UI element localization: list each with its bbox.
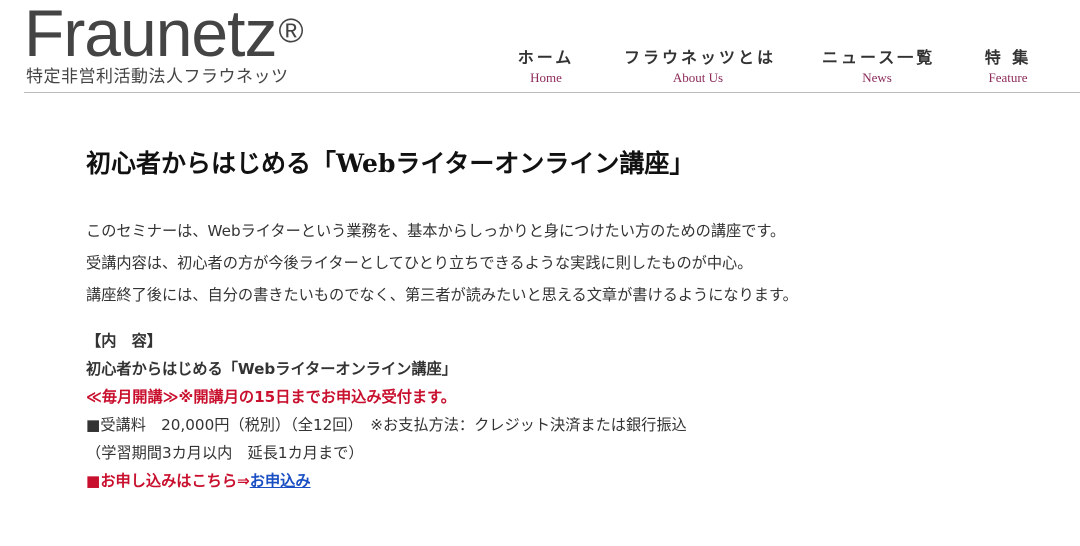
intro-text: このセミナーは、Webライターという業務を、基本からしっかりと身につけたい方のた… <box>86 215 1046 311</box>
course-details: 【内 容】 初心者からはじめる「Webライターオンライン講座」 ≪毎月開講≫※開… <box>86 327 1046 495</box>
apply-prefix: ■お申し込みはこちら⇒ <box>86 472 250 490</box>
nav-item-sublabel: News <box>862 70 892 85</box>
nav-item-label: フラウネッツとは <box>624 48 777 67</box>
apply-line: ■お申し込みはこちら⇒お申込み <box>86 467 1046 495</box>
course-fee: ■受講料 20,000円（税別）（全12回） ※お支払方法：クレジット決済または… <box>86 416 687 434</box>
study-period: （学習期間3カ月以内 延長1カ月まで） <box>86 444 364 462</box>
content-heading: 【内 容】 <box>86 332 162 350</box>
nav-item-sublabel: Home <box>530 70 562 85</box>
nav-item-news[interactable]: ニュース一覧 News <box>822 44 932 86</box>
nav-item-sublabel: About Us <box>672 70 724 85</box>
nav-item-about[interactable]: フラウネッツとは About Us <box>624 44 777 86</box>
page-title: 初心者からはじめる「Webライターオンライン講座」 <box>86 149 695 178</box>
intro-line: 受講内容は、初心者の方が今後ライターとしてひとり立ちできるような実践に則したもの… <box>86 254 753 272</box>
enrollment-notice: ≪毎月開講≫※開講月の15日までお申込み受付ます。 <box>86 388 456 406</box>
apply-link[interactable]: お申込み <box>250 472 311 490</box>
nav-item-home[interactable]: ホーム Home <box>516 44 576 86</box>
course-name: 初心者からはじめる「Webライターオンライン講座」 <box>86 360 457 378</box>
intro-line: このセミナーは、Webライターという業務を、基本からしっかりと身につけたい方のた… <box>86 222 786 240</box>
main-nav: ホーム Home フラウネッツとは About Us ニュース一覧 News 特… <box>0 44 1080 86</box>
nav-item-sublabel: Feature <box>988 70 1028 85</box>
nav-item-label: ニュース一覧 <box>822 48 936 67</box>
nav-item-feature[interactable]: 特 集 Feature <box>980 44 1036 86</box>
header-divider <box>24 92 1080 93</box>
intro-line: 講座終了後には、自分の書きたいものでなく、第三者が読みたいと思える文章が書けるよ… <box>86 286 798 304</box>
nav-item-label: ホーム <box>517 48 575 67</box>
nav-item-label: 特 集 <box>984 48 1032 67</box>
